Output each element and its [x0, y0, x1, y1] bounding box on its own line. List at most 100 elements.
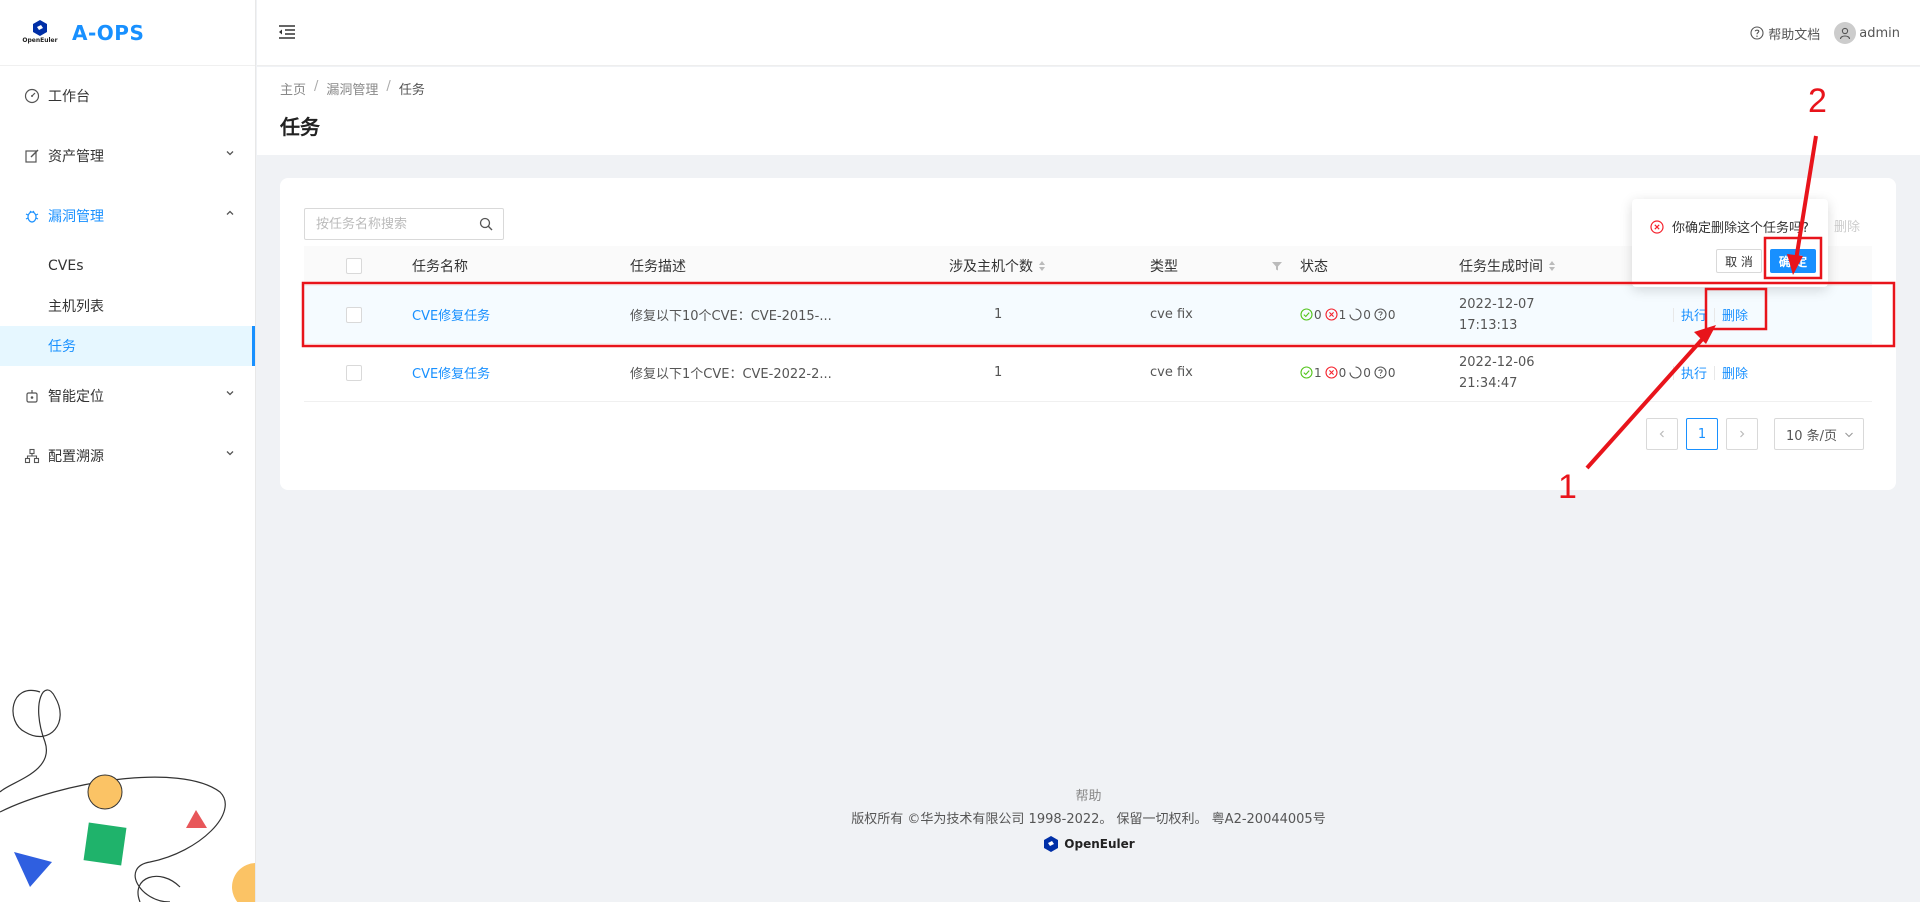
chevron-down-icon: [226, 391, 234, 396]
chevron-up-icon: [226, 210, 234, 215]
column-header-desc: 任务描述: [630, 258, 686, 275]
status-fail-count: 0: [1338, 365, 1347, 380]
sidebar-item-label: 配置溯源: [48, 449, 104, 465]
next-page-button[interactable]: [1726, 418, 1758, 450]
column-header-label: 涉及主机个数: [949, 258, 1033, 275]
confirm-button[interactable]: 确 定: [1770, 249, 1816, 273]
sidebar-menu: 工作台 资产管理 漏洞管理 CVEs 主机列表 任务 智能定位 配置溯源: [0, 66, 255, 486]
divider: [1673, 307, 1674, 322]
question-circle-icon: [1374, 366, 1387, 379]
page-size-select[interactable]: 10 条/页: [1774, 418, 1864, 450]
task-time: 21:34:47: [1459, 375, 1518, 391]
breadcrumb-home[interactable]: 主页: [280, 79, 306, 98]
breadcrumb-vulnerability[interactable]: 漏洞管理: [326, 79, 378, 98]
search-box: [304, 208, 504, 240]
user-name: admin: [1859, 25, 1900, 41]
logo-caption: OpenEuler: [22, 36, 58, 44]
top-header: 帮助文档 admin: [257, 0, 1920, 66]
edit-icon: [25, 149, 39, 163]
footer-logo: OpenEuler: [257, 835, 1920, 853]
loading-icon: [1349, 366, 1362, 379]
dashboard-icon: [24, 88, 40, 104]
execute-button[interactable]: 执行: [1681, 363, 1707, 382]
task-status: 0 1 0 0: [1300, 308, 1399, 322]
task-name-link[interactable]: CVE修复任务: [412, 363, 490, 382]
status-fail-count: 1: [1338, 307, 1347, 322]
search-input[interactable]: [305, 209, 475, 239]
column-header-status: 状态: [1300, 258, 1328, 275]
task-type: cve fix: [1150, 365, 1193, 380]
openeuler-logo-icon: [1044, 836, 1059, 852]
footer: 帮助 版权所有 ©华为技术有限公司 1998-2022。 保留一切权利。 粤A2…: [257, 785, 1920, 853]
table-row: CVE修复任务 修复以下1个CVE：CVE-2022-2... 1 cve fi…: [304, 344, 1872, 402]
avatar: [1834, 22, 1857, 44]
breadcrumb: 主页 / 漏洞管理 / 任务: [280, 79, 425, 98]
column-header-hosts[interactable]: 涉及主机个数: [949, 246, 1045, 285]
divider: [1714, 365, 1716, 380]
sidebar-item-diagnosis[interactable]: 智能定位: [0, 366, 255, 426]
footer-copyright: 版权所有 ©华为技术有限公司 1998-2022。 保留一切权利。 粤A2-20…: [851, 812, 1326, 827]
sidebar-item-label: 漏洞管理: [48, 209, 104, 225]
sidebar-item-config-trace[interactable]: 配置溯源: [0, 426, 255, 486]
status-unknown-count: 0: [1387, 365, 1396, 380]
page-number-button[interactable]: 1: [1686, 418, 1718, 450]
status-running-count: 0: [1363, 365, 1371, 380]
select-all-checkbox[interactable]: [346, 257, 362, 274]
cancel-button[interactable]: 取 消: [1716, 249, 1762, 273]
close-circle-icon: [1325, 308, 1338, 321]
sidebar-item-assets[interactable]: 资产管理: [0, 126, 255, 186]
row-checkbox[interactable]: [346, 306, 362, 323]
loading-icon: [1349, 308, 1362, 321]
sidebar-item-workbench[interactable]: 工作台: [0, 66, 255, 126]
status-succeed-count: 0: [1314, 307, 1322, 322]
sidebar-item-label: 工作台: [48, 89, 90, 105]
divider: [1714, 307, 1716, 322]
row-checkbox[interactable]: [346, 364, 362, 381]
popover-message: 你确定删除这个任务吗?: [1650, 217, 1809, 236]
app-name: A-OPS: [72, 20, 145, 45]
sort-icon: [1039, 260, 1045, 271]
status-succeed-count: 1: [1314, 365, 1322, 380]
breadcrumb-separator: /: [386, 79, 391, 94]
sidebar-item-host-list[interactable]: 主机列表: [0, 286, 255, 326]
status-running-count: 0: [1363, 307, 1371, 322]
column-header-time[interactable]: 任务生成时间: [1459, 246, 1555, 285]
annotation-step-1: 1: [1558, 468, 1577, 506]
chevron-right-icon: [1740, 430, 1745, 438]
execute-button[interactable]: 执行: [1681, 305, 1707, 324]
sidebar-item-vulnerability[interactable]: 漏洞管理: [0, 186, 255, 246]
help-docs-label: 帮助文档: [1768, 27, 1821, 43]
task-name-link[interactable]: CVE修复任务: [412, 305, 490, 324]
column-header-type: 类型: [1150, 258, 1178, 275]
prev-page-button[interactable]: [1646, 418, 1678, 450]
vulnerability-submenu: CVEs 主机列表 任务: [0, 246, 255, 366]
help-docs-link[interactable]: 帮助文档: [1750, 24, 1820, 43]
filter-icon[interactable]: [1271, 260, 1283, 272]
app-logo[interactable]: OpenEuler A-OPS: [0, 0, 255, 66]
sidebar-item-tasks[interactable]: 任务: [0, 326, 255, 366]
chevron-down-icon: [226, 451, 234, 456]
footer-help-link[interactable]: 帮助: [257, 785, 1920, 804]
sidebar: OpenEuler A-OPS 工作台 资产管理 漏洞管理 CVEs 主机列表 …: [0, 0, 256, 902]
popover-message-text: 你确定删除这个任务吗?: [1672, 221, 1809, 236]
task-type: cve fix: [1150, 307, 1193, 322]
host-count: 1: [994, 365, 1003, 380]
page-header: 主页 / 漏洞管理 / 任务 任务: [257, 67, 1920, 155]
sidebar-item-label: 资产管理: [48, 149, 104, 165]
question-circle-icon: [1750, 26, 1764, 40]
annotation-step-2: 2: [1808, 82, 1827, 120]
user-menu[interactable]: admin: [1834, 22, 1900, 44]
menu-fold-icon[interactable]: [277, 22, 297, 42]
check-circle-icon: [1300, 366, 1313, 379]
divider: [1673, 365, 1674, 380]
sidebar-item-cves[interactable]: CVEs: [0, 246, 255, 286]
user-icon: [1840, 27, 1851, 40]
search-icon[interactable]: [479, 217, 493, 231]
close-circle-icon: [1650, 219, 1664, 234]
delete-button[interactable]: 删除: [1722, 363, 1748, 382]
header-actions: 帮助文档 admin: [1750, 22, 1900, 44]
delete-confirm-popover: 你确定删除这个任务吗? 取 消 确 定: [1632, 199, 1828, 287]
task-date: 2022-12-06: [1459, 354, 1535, 370]
delete-button[interactable]: 删除: [1722, 305, 1748, 324]
batch-delete-button[interactable]: 删除: [1834, 216, 1860, 235]
